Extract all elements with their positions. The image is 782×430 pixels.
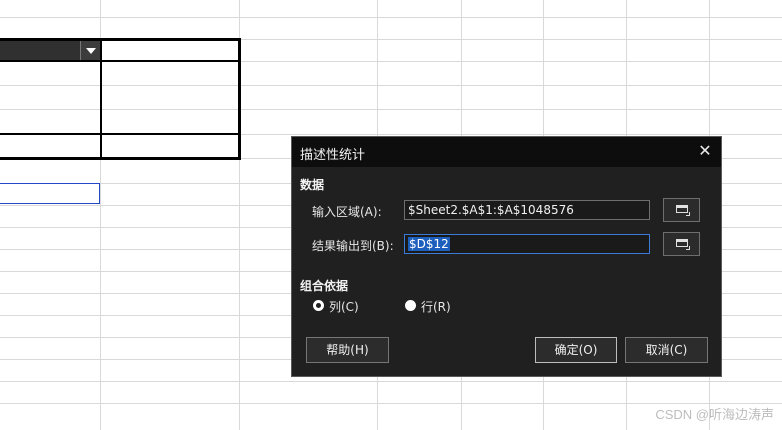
autofilter-dropdown-button[interactable]: [80, 40, 100, 61]
ok-button[interactable]: 确定(O): [535, 337, 617, 363]
table-border: [0, 38, 241, 41]
input-range-value: $Sheet2.$A$1:$A$1048576: [408, 203, 574, 217]
grid-row-line: [0, 109, 782, 110]
grid-row-line: [0, 381, 782, 382]
radio-columns[interactable]: [313, 300, 324, 311]
help-button[interactable]: 帮助(H): [306, 337, 389, 363]
grid-row-line: [0, 85, 782, 86]
selected-cell[interactable]: [0, 183, 100, 204]
cancel-button[interactable]: 取消(C): [625, 337, 708, 363]
shrink-range-icon: [676, 239, 690, 250]
table-border: [0, 157, 241, 160]
watermark: CSDN @听海边涛声: [655, 407, 774, 422]
input-range-label: 输入区域(A):: [312, 205, 382, 219]
table-border: [0, 60, 241, 62]
output-range-value: $D$12: [408, 237, 450, 251]
input-range-field[interactable]: $Sheet2.$A$1:$A$1048576: [404, 200, 650, 220]
grid-row-line: [0, 17, 782, 18]
output-range-shrink-button[interactable]: [663, 232, 700, 256]
table-border: [0, 133, 241, 135]
close-icon[interactable]: ✕: [695, 141, 715, 161]
radio-rows[interactable]: [405, 300, 416, 311]
output-range-field[interactable]: $D$12: [404, 234, 650, 254]
grouping-section-heading: 组合依据: [300, 279, 349, 293]
output-range-label: 结果输出到(B):: [312, 239, 394, 253]
input-range-shrink-button[interactable]: [663, 198, 700, 222]
table-border: [100, 38, 102, 160]
data-section-heading: 数据: [300, 178, 325, 192]
radio-rows-label[interactable]: 行(R): [421, 298, 451, 315]
autofilter-header-cell[interactable]: [0, 40, 80, 61]
shrink-range-icon: [676, 205, 690, 216]
descriptive-statistics-dialog: 描述性统计 ✕ 数据 输入区域(A): $Sheet2.$A$1:$A$1048…: [291, 136, 722, 377]
radio-columns-label[interactable]: 列(C): [329, 298, 359, 315]
dialog-titlebar[interactable]: 描述性统计 ✕: [292, 137, 721, 167]
dialog-title: 描述性统计: [300, 148, 366, 163]
table-border: [238, 38, 241, 160]
